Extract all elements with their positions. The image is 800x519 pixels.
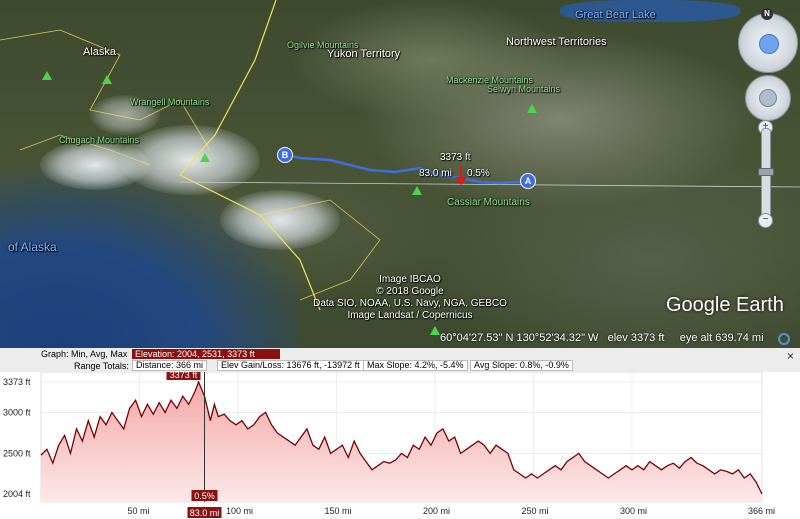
route-point-b[interactable]: B <box>277 147 293 163</box>
average-slope: Avg Slope: 0.8%, -0.9% <box>470 360 573 371</box>
imagery-credits: Image IBCAO © 2018 Google Data SIO, NOAA… <box>300 274 520 322</box>
elevation-profile-panel: Graph: Min, Avg, Max Elevation: 2004, 25… <box>0 348 800 519</box>
earth-map-view[interactable]: Great Bear Lake Northwest Territories Yu… <box>0 0 800 348</box>
range-totals-label: Range Totals: <box>74 361 129 371</box>
google-earth-logo: Google Earth <box>666 294 784 316</box>
label-selwyn-mountains: Selwyn Mountains <box>487 84 561 94</box>
cursor-slope: 0.5% <box>467 168 490 179</box>
x-tick-label: 300 mi <box>620 506 647 516</box>
hand-move-icon[interactable] <box>759 89 777 107</box>
x-tick-label: 100 mi <box>226 506 253 516</box>
cursor-slope-tag: 0.5% <box>194 491 215 501</box>
x-tick-label: 50 mi <box>127 506 149 516</box>
y-tick-label: 3373 ft <box>3 377 31 387</box>
credit-line: Data SIO, NOAA, U.S. Navy, NGA, GEBCO <box>313 298 507 309</box>
label-cassiar-mountains: Cassiar Mountains <box>447 197 530 208</box>
elevation-gain-loss: Elev Gain/Loss: 13676 ft, -13972 ft <box>217 360 364 371</box>
look-navigation-ring[interactable] <box>738 13 798 73</box>
label-ogilvie-mountains: Ogilvie Mountains <box>287 40 359 50</box>
zoom-out-button[interactable]: − <box>758 213 773 228</box>
x-tick-label: 150 mi <box>324 506 351 516</box>
cursor-elevation: 3373 ft <box>440 152 471 163</box>
close-profile-icon[interactable]: × <box>787 349 794 363</box>
max-slope: Max Slope: 4.2%, -5.4% <box>363 360 468 371</box>
label-alaska: Alaska <box>83 46 117 58</box>
elevation-profile-chart[interactable]: 3373 ft 3000 ft 2500 ft 2004 ft 50 mi 100 mi… <box>0 372 800 519</box>
credit-line: Image IBCAO <box>379 274 441 285</box>
elevation-summary: Elevation: 2004, 2531, 3373 ft <box>132 349 280 359</box>
cursor-distance: 83.0 mi <box>419 168 452 179</box>
profile-summary-header: Graph: Min, Avg, Max Elevation: 2004, 25… <box>0 348 800 372</box>
peak-marker <box>412 186 422 195</box>
loading-indicator-icon <box>778 333 790 345</box>
status-coordinates: 60°04'27.53" N 130°52'34.32" W <box>440 332 599 344</box>
status-bar: 60°04'27.53" N 130°52'34.32" W elev 3373… <box>440 332 764 344</box>
cursor-arrow-icon <box>455 177 467 185</box>
route-point-a[interactable]: A <box>520 173 536 189</box>
peak-marker <box>200 153 210 162</box>
label-wrangell-mountains: Wrangell Mountains <box>130 97 210 107</box>
status-eye-altitude: eye alt 639.74 mi <box>679 332 764 344</box>
graph-mode-label: Graph: Min, Avg, Max <box>41 349 128 359</box>
y-tick-label: 2500 ft <box>3 448 31 458</box>
move-navigation-ring[interactable] <box>745 75 791 121</box>
label-northwest-territories: Northwest Territories <box>506 36 607 48</box>
cursor-elevation-tag: 3373 ft <box>170 372 198 380</box>
credit-line: © 2018 Google <box>376 286 444 297</box>
north-indicator-icon[interactable]: N <box>761 8 773 20</box>
x-tick-label: 366 mi <box>748 506 775 516</box>
zoom-slider-track[interactable] <box>761 128 771 226</box>
label-chugach-mountains: Chugach Mountains <box>59 135 140 145</box>
y-tick-label: 2004 ft <box>3 489 31 499</box>
peak-marker <box>430 326 440 335</box>
cursor-distance-tag: 83.0 mi <box>190 508 220 518</box>
label-gulf-of-alaska: of Alaska <box>8 240 57 254</box>
peak-marker <box>102 75 112 84</box>
status-elevation: elev 3373 ft <box>607 332 665 344</box>
look-joystick[interactable] <box>759 34 779 54</box>
label-great-bear-lake: Great Bear Lake <box>575 9 656 21</box>
peak-marker <box>527 104 537 113</box>
peak-marker <box>42 71 52 80</box>
x-tick-label: 250 mi <box>521 506 548 516</box>
credit-line: Image Landsat / Copernicus <box>347 310 473 321</box>
zoom-slider-thumb[interactable] <box>758 168 774 176</box>
y-tick-label: 3000 ft <box>3 408 31 418</box>
x-tick-label: 200 mi <box>423 506 450 516</box>
distance-total: Distance: 366 mi <box>132 360 208 371</box>
